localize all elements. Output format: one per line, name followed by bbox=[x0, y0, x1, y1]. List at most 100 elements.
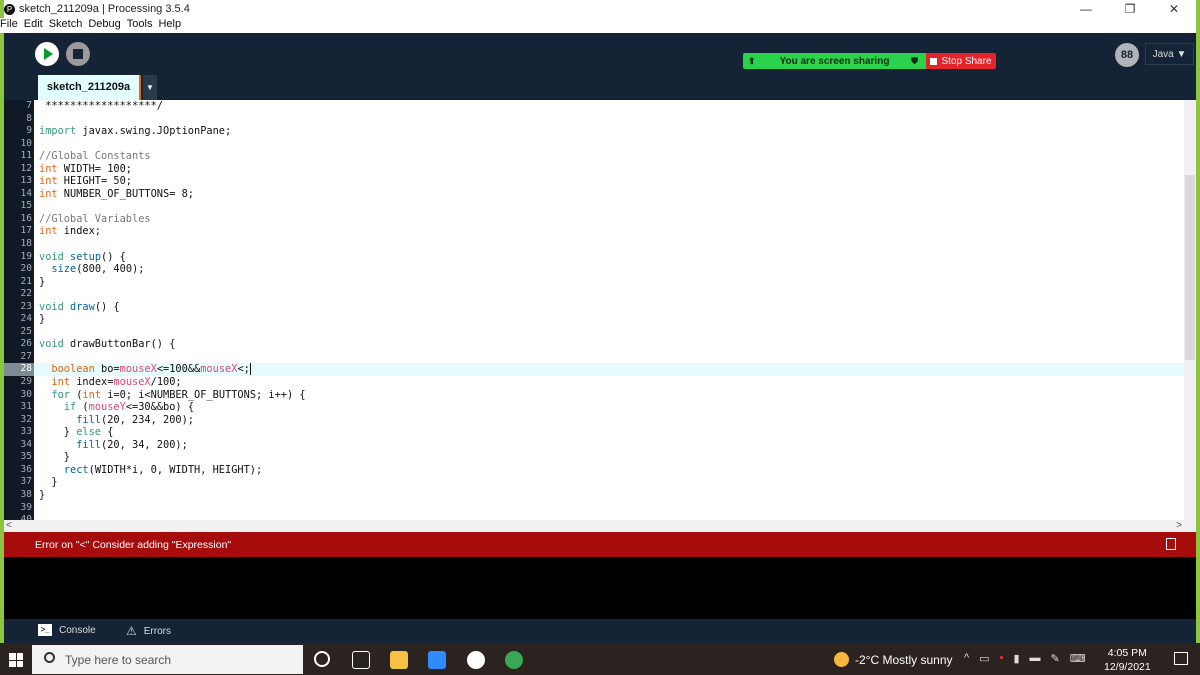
taskbar-search[interactable]: Type here to search bbox=[32, 645, 303, 674]
console-output[interactable] bbox=[4, 557, 1196, 619]
code-line[interactable]: 33 } else { bbox=[4, 426, 1196, 439]
notifications-icon[interactable] bbox=[1174, 652, 1188, 665]
code-line[interactable]: 23 void draw() { bbox=[4, 301, 1196, 314]
line-number: 17 bbox=[20, 225, 32, 237]
code-line[interactable]: 30 for (int i=0; i<NUMBER_OF_BUTTONS; i+… bbox=[4, 389, 1196, 402]
code-line[interactable]: 19 void setup() { bbox=[4, 251, 1196, 264]
code-line[interactable]: 27 bbox=[4, 351, 1196, 364]
code-line[interactable]: 24} bbox=[4, 313, 1196, 326]
code-line[interactable]: 18 bbox=[4, 238, 1196, 251]
code-line[interactable]: 9 import javax.swing.JOptionPane; bbox=[4, 125, 1196, 138]
code-line[interactable]: 8 bbox=[4, 113, 1196, 126]
code-token: HEIGHT= 50; bbox=[57, 175, 133, 188]
horizontal-scrollbar[interactable]: < > bbox=[4, 520, 1196, 532]
screen-sharing-banner[interactable]: ⬆ You are screen sharing ⛊ bbox=[743, 53, 926, 69]
stop-share-label: Stop Share bbox=[941, 55, 992, 67]
meet-now-icon[interactable]: ▭ bbox=[979, 652, 989, 665]
tab-sketch[interactable]: sketch_211209a bbox=[38, 75, 141, 100]
code-line[interactable]: 39 bbox=[4, 502, 1196, 515]
code-line[interactable]: 29 int index=mouseX/100; bbox=[4, 376, 1196, 389]
code-token: } bbox=[39, 451, 70, 464]
console-icon: >_ bbox=[38, 624, 52, 636]
clock[interactable]: 4:05 PM 12/9/2021 bbox=[1104, 646, 1151, 674]
menu-tools[interactable]: Tools bbox=[127, 18, 153, 33]
code-line[interactable]: 22 bbox=[4, 288, 1196, 301]
restore-button[interactable]: ❐ bbox=[1108, 0, 1152, 18]
code-line[interactable]: 13 int HEIGHT= 50; bbox=[4, 175, 1196, 188]
tab-menu-button[interactable]: ▼ bbox=[143, 75, 157, 100]
code-line[interactable]: 37 } bbox=[4, 476, 1196, 489]
code-line[interactable]: 10 bbox=[4, 138, 1196, 151]
code-line[interactable]: 26 void drawButtonBar() { bbox=[4, 338, 1196, 351]
keyboard-icon[interactable]: ⌨ bbox=[1070, 652, 1086, 665]
code-token: <; bbox=[237, 363, 250, 376]
menu-sketch[interactable]: Sketch bbox=[49, 18, 83, 33]
line-number: 31 bbox=[20, 401, 32, 413]
code-line[interactable]: 34 fill(20, 34, 200); bbox=[4, 439, 1196, 452]
code-token: ******************/ bbox=[39, 100, 163, 112]
code-line[interactable]: 16 //Global Variables bbox=[4, 213, 1196, 226]
code-line[interactable]: 38} bbox=[4, 489, 1196, 502]
battery-icon[interactable]: ▬ bbox=[1030, 652, 1041, 665]
code-line[interactable]: 20 size(800, 400); bbox=[4, 263, 1196, 276]
debugger-icon[interactable]: 88 bbox=[1115, 43, 1139, 67]
code-line[interactable]: 36 rect(WIDTH*i, 0, WIDTH, HEIGHT); bbox=[4, 464, 1196, 477]
file-explorer-icon[interactable] bbox=[390, 651, 408, 669]
weather-widget[interactable]: -2°C Mostly sunny bbox=[834, 652, 953, 667]
code-token: { bbox=[101, 426, 114, 439]
code-line[interactable]: 15 bbox=[4, 200, 1196, 213]
zoom-app-icon[interactable] bbox=[428, 651, 446, 669]
code-line[interactable]: 14 int NUMBER_OF_BUTTONS= 8; bbox=[4, 188, 1196, 201]
microphone-icon[interactable]: ▮ bbox=[1013, 652, 1019, 665]
code-line[interactable]: 11 //Global Constants bbox=[4, 150, 1196, 163]
stop-share-button[interactable]: Stop Share bbox=[926, 53, 996, 69]
mode-selector[interactable]: Java ▼ bbox=[1145, 43, 1194, 65]
tab-console[interactable]: >_ Console bbox=[38, 624, 96, 636]
close-button[interactable]: ✕ bbox=[1152, 0, 1196, 18]
vertical-scrollbar[interactable] bbox=[1184, 100, 1196, 520]
scroll-thumb[interactable] bbox=[1185, 175, 1195, 360]
app-badge-icon[interactable]: ▪ bbox=[1000, 652, 1004, 665]
code-line[interactable]: 21} bbox=[4, 276, 1196, 289]
code-text: boolean bo=mouseX<=100&&mouseX<; bbox=[39, 363, 251, 376]
windows-start-icon[interactable] bbox=[9, 653, 23, 667]
scroll-left-arrow[interactable]: < bbox=[6, 520, 12, 531]
task-view-icon[interactable] bbox=[352, 651, 370, 669]
cortana-icon[interactable] bbox=[314, 651, 330, 667]
code-editor[interactable]: 7 ******************/8 9 import javax.swin… bbox=[4, 100, 1196, 520]
code-line[interactable]: 17 int index; bbox=[4, 225, 1196, 238]
code-line[interactable]: 12 int WIDTH= 100; bbox=[4, 163, 1196, 176]
code-line[interactable]: 35 } bbox=[4, 451, 1196, 464]
code-line[interactable]: 25 bbox=[4, 326, 1196, 339]
pen-icon[interactable]: ✎ bbox=[1051, 652, 1060, 665]
error-bar: Error on "<" Consider adding "Expression… bbox=[4, 532, 1196, 557]
chrome-icon[interactable] bbox=[505, 651, 523, 669]
code-token: (WIDTH*i, 0, WIDTH, HEIGHT); bbox=[88, 463, 263, 476]
menu-help[interactable]: Help bbox=[158, 18, 181, 33]
scroll-right-arrow[interactable]: > bbox=[1176, 520, 1182, 531]
line-number: 15 bbox=[20, 200, 32, 212]
stop-button[interactable] bbox=[66, 42, 90, 66]
menu-debug[interactable]: Debug bbox=[88, 18, 120, 33]
code-token: rect bbox=[63, 463, 89, 476]
code-text: void draw() { bbox=[39, 301, 120, 314]
line-number: 37 bbox=[20, 476, 32, 488]
line-number: 9 bbox=[26, 125, 32, 137]
code-line[interactable]: 32 fill(20, 234, 200); bbox=[4, 414, 1196, 427]
tray-expand-icon[interactable]: ^ bbox=[964, 652, 969, 665]
minimize-button[interactable]: — bbox=[1064, 0, 1108, 18]
system-tray: ^ ▭ ▪ ▮ ▬ ✎ ⌨ bbox=[964, 652, 1086, 665]
code-line[interactable]: 28 boolean bo=mouseX<=100&&mouseX<; bbox=[4, 363, 1196, 377]
menu-edit[interactable]: Edit bbox=[24, 18, 43, 33]
menu-file[interactable]: File bbox=[0, 18, 18, 33]
run-button[interactable] bbox=[35, 42, 59, 66]
code-line[interactable]: 7 ******************/ bbox=[4, 100, 1196, 113]
code-token: int bbox=[39, 162, 58, 175]
processing-app-icon[interactable] bbox=[467, 651, 485, 669]
code-line[interactable]: 31 if (mouseY<=30&&bo) { bbox=[4, 401, 1196, 414]
copy-icon[interactable] bbox=[1166, 538, 1176, 550]
tab-errors[interactable]: ⚠ Errors bbox=[126, 624, 171, 638]
code-text: //Global Variables bbox=[39, 213, 151, 226]
